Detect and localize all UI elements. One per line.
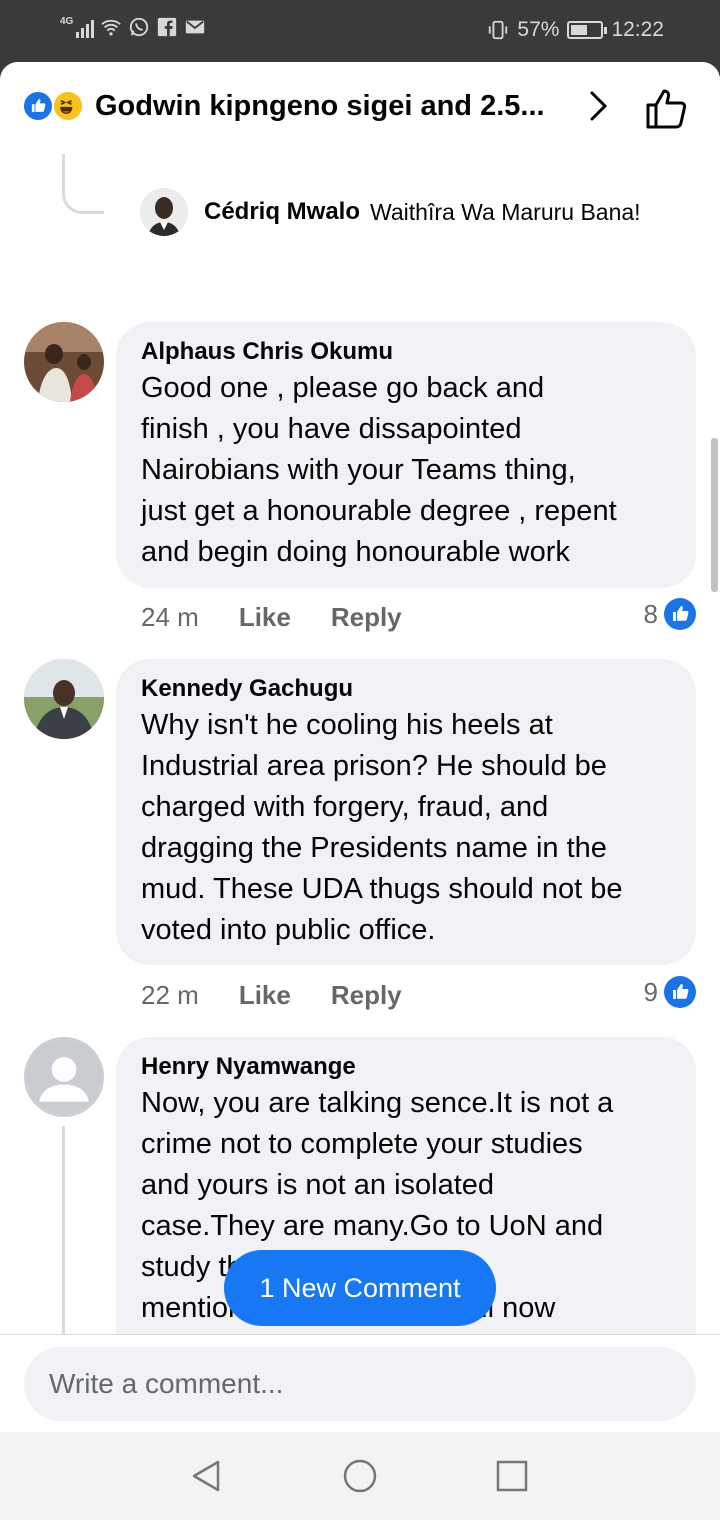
new-comment-button[interactable]: 1 New Comment — [224, 1250, 496, 1326]
network-type: 4G — [60, 16, 74, 27]
status-right: 57% 12:22 — [487, 18, 664, 42]
reaction-count[interactable]: 8 — [644, 598, 696, 630]
comment-input[interactable]: Write a comment... — [24, 1347, 696, 1421]
comments-sheet: Godwin kipngeno sigei and 2.5... Cédriq … — [0, 62, 720, 1520]
battery-icon — [567, 21, 608, 39]
reply-text: Waithîra Wa Maruru Bana! — [370, 198, 641, 225]
like-reaction-icon — [664, 976, 696, 1008]
comment-bubble[interactable]: Kennedy Gachugu Why isn't he cooling his… — [116, 659, 696, 965]
avatar[interactable] — [24, 322, 104, 402]
status-bar: 4G 57% 12:22 — [0, 0, 720, 62]
comment-actions: 22 m Like Reply — [141, 980, 402, 1011]
comment-composer: Write a comment... — [0, 1334, 720, 1432]
avatar[interactable] — [24, 659, 104, 739]
comment-author[interactable]: Kennedy Gachugu — [141, 673, 672, 705]
comment-bubble[interactable]: Alphaus Chris Okumu Good one , please go… — [116, 322, 696, 588]
reactions-title[interactable]: Godwin kipngeno sigei and 2.5... — [95, 90, 545, 123]
reaction-count-value: 9 — [643, 976, 658, 1007]
avatar[interactable] — [140, 188, 188, 236]
thread-connector — [62, 154, 104, 214]
comment-author[interactable]: Alphaus Chris Okumu — [141, 336, 672, 368]
comment-text: Why isn't he cooling his heels at Indust… — [141, 709, 623, 946]
comment-text: Good one , please go back and finish , y… — [141, 372, 617, 568]
wifi-icon — [101, 19, 121, 36]
status-left: 4G — [60, 16, 206, 38]
thumbs-up-icon[interactable] — [644, 86, 690, 130]
reaction-count[interactable]: 9 — [644, 976, 696, 1008]
facebook-icon — [157, 17, 177, 37]
reply-author[interactable]: Cédriq Mwalo — [204, 198, 360, 226]
reaction-count-value: 8 — [643, 598, 658, 629]
battery-percent: 57% — [517, 18, 560, 41]
comment-time[interactable]: 24 m — [141, 602, 199, 633]
sheet-header: Godwin kipngeno sigei and 2.5... — [0, 62, 720, 154]
recents-icon[interactable] — [494, 1458, 530, 1494]
signal-icon: 4G — [60, 16, 94, 38]
comment-list: Cédriq Mwalo Waithîra Wa Maruru Bana! Al… — [0, 154, 720, 1334]
vibrate-icon — [489, 20, 508, 40]
mail-icon — [185, 20, 205, 34]
scrollbar[interactable] — [711, 438, 718, 592]
comment-author[interactable]: Henry Nyamwange — [141, 1051, 672, 1083]
like-button[interactable]: Like — [239, 602, 291, 633]
chevron-right-icon[interactable] — [580, 88, 616, 124]
thread-line — [62, 1126, 65, 1334]
reply-preview[interactable]: Cédriq Mwalo Waithîra Wa Maruru Bana! — [140, 188, 641, 236]
system-nav-bar — [0, 1432, 720, 1520]
back-icon[interactable] — [188, 1458, 224, 1494]
whatsapp-icon — [129, 17, 149, 37]
like-reaction-icon — [664, 598, 696, 630]
reply-button[interactable]: Reply — [331, 980, 402, 1011]
like-reaction-icon — [22, 90, 54, 122]
comment-actions: 24 m Like Reply — [141, 602, 402, 633]
comment-time[interactable]: 22 m — [141, 980, 199, 1011]
reply-button[interactable]: Reply — [331, 602, 402, 633]
haha-reaction-icon — [52, 90, 84, 122]
home-icon[interactable] — [342, 1458, 378, 1494]
avatar[interactable] — [24, 1037, 104, 1117]
like-button[interactable]: Like — [239, 980, 291, 1011]
clock: 12:22 — [611, 18, 664, 41]
